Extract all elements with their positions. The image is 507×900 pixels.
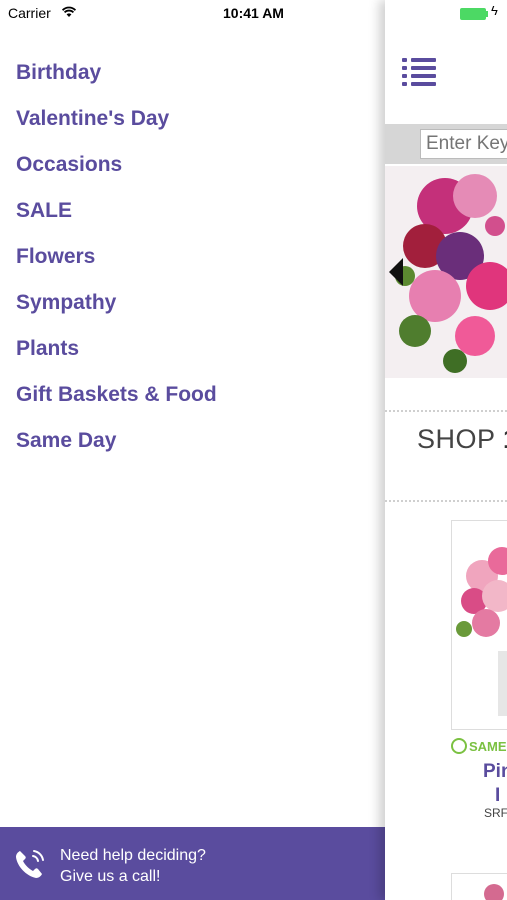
clock-icon xyxy=(451,738,467,754)
category-menu: Birthday Valentine's Day Occasions SALE … xyxy=(16,56,217,470)
flower-bouquet-image xyxy=(385,166,507,378)
side-menu-drawer: Birthday Valentine's Day Occasions SALE … xyxy=(0,0,385,900)
menu-item-occasions[interactable]: Occasions xyxy=(16,148,217,194)
charging-bolt-icon: ϟ xyxy=(491,3,498,18)
menu-item-gift-baskets-food[interactable]: Gift Baskets & Food xyxy=(16,378,217,424)
menu-item-flowers[interactable]: Flowers xyxy=(16,240,217,286)
menu-item-same-day[interactable]: Same Day xyxy=(16,424,217,470)
help-text: Need help deciding? Give us a call! xyxy=(60,845,206,887)
carousel-prev-arrow-icon[interactable] xyxy=(389,258,403,286)
product-sku: SRF xyxy=(484,806,507,820)
same-day-label: SAME xyxy=(469,739,507,754)
status-time: 10:41 AM xyxy=(223,5,284,21)
status-bar: Carrier 10:41 AM ϟ xyxy=(0,0,507,28)
menu-list-icon[interactable] xyxy=(402,57,436,87)
menu-item-sympathy[interactable]: Sympathy xyxy=(16,286,217,332)
product-image-next xyxy=(484,884,504,900)
battery-tip xyxy=(486,11,488,17)
product-name-line-2: I xyxy=(495,785,501,806)
help-line-1: Need help deciding? xyxy=(60,847,206,864)
battery-icon xyxy=(460,8,486,20)
shop-title-text: SHOP xyxy=(417,424,504,454)
product-card-next[interactable] xyxy=(451,873,507,900)
search-input[interactable] xyxy=(420,129,507,159)
menu-item-sale[interactable]: SALE xyxy=(16,194,217,240)
home-screen-peek[interactable]: SHOP 1 SAME Pin I SRF xyxy=(385,0,507,900)
product-image xyxy=(452,521,507,729)
call-help-bar[interactable]: Need help deciding? Give us a call! xyxy=(0,827,385,900)
section-divider-bottom xyxy=(385,500,507,502)
same-day-badge: SAME xyxy=(451,738,507,754)
product-name[interactable]: Pin I xyxy=(483,760,507,808)
menu-item-valentines-day[interactable]: Valentine's Day xyxy=(16,102,217,148)
product-card[interactable] xyxy=(451,520,507,730)
menu-item-plants[interactable]: Plants xyxy=(16,332,217,378)
shop-section-title: SHOP 1 xyxy=(417,424,507,455)
shop-title-bold: 1 xyxy=(503,424,507,454)
help-line-2: Give us a call! xyxy=(60,868,161,885)
phone-icon xyxy=(16,850,44,878)
hero-banner-image[interactable] xyxy=(385,166,507,378)
search-bar xyxy=(385,124,507,164)
section-divider-top xyxy=(385,410,507,412)
menu-item-birthday[interactable]: Birthday xyxy=(16,56,217,102)
product-name-line-1: Pin xyxy=(483,761,507,782)
